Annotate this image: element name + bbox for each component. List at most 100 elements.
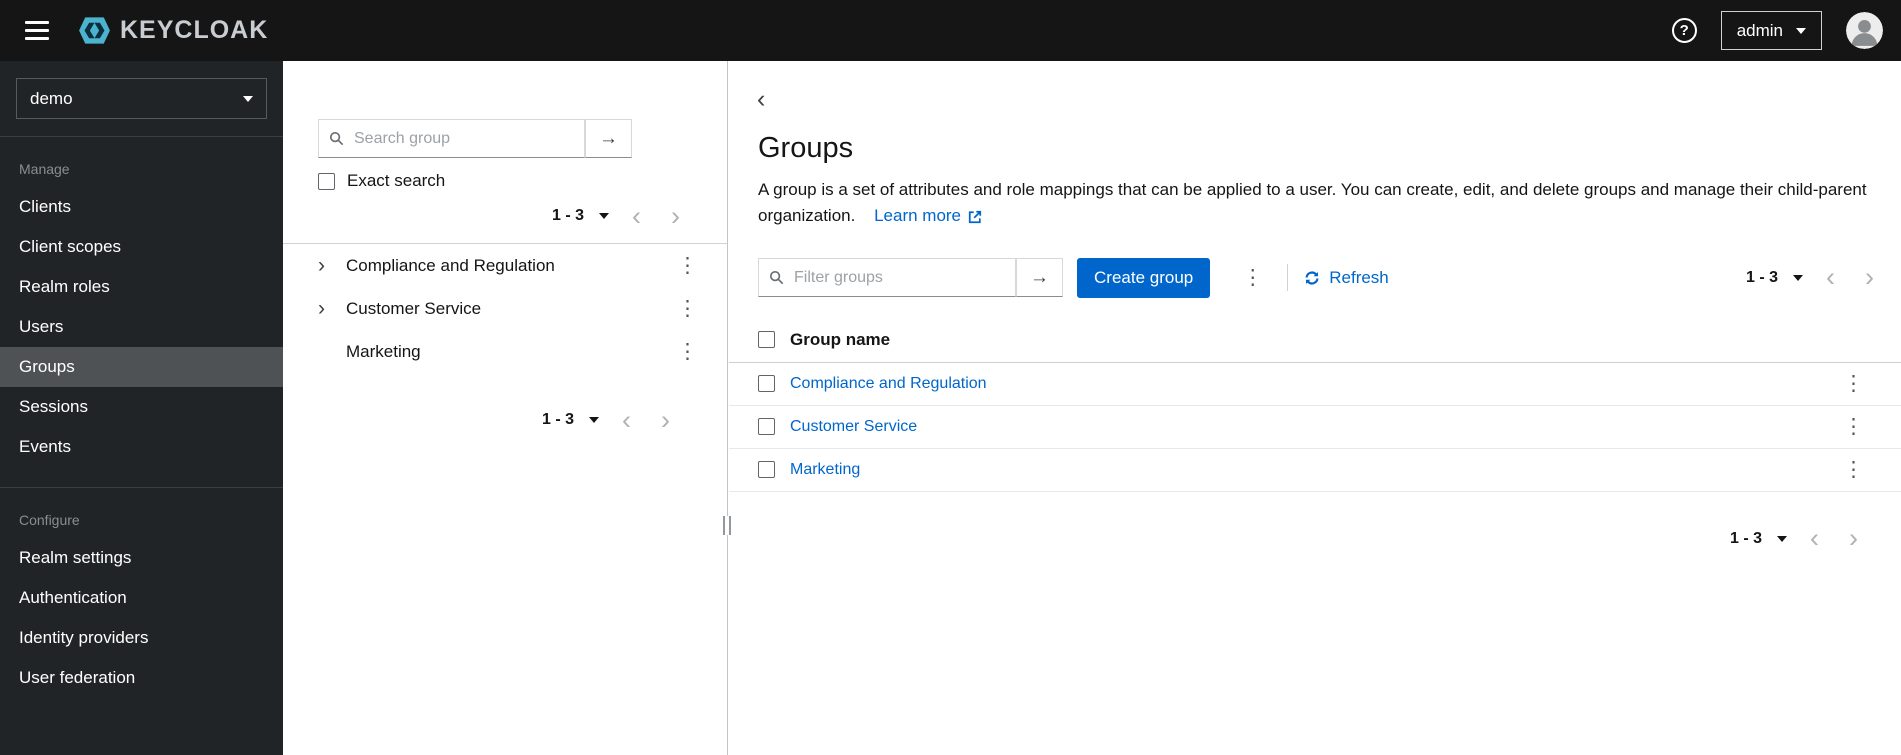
panel-pagination-bottom: 1 - 3 ‹ › <box>283 405 685 435</box>
learn-more-link[interactable]: Learn more <box>874 203 982 229</box>
sidebar-item-identity-providers[interactable]: Identity providers <box>0 618 283 658</box>
groups-toolbar: → Create group ⋮ Refresh 1 - 3 ‹ › <box>729 257 1901 298</box>
page-description: A group is a set of attributes and role … <box>758 177 1877 230</box>
chevron-right-icon[interactable]: › <box>318 255 346 276</box>
next-page-button[interactable]: › <box>1834 525 1873 552</box>
caret-down-icon <box>243 95 253 102</box>
sidebar-item-user-federation[interactable]: User federation <box>0 658 283 698</box>
sidebar-item-authentication[interactable]: Authentication <box>0 578 283 618</box>
sidebar-item-events[interactable]: Events <box>0 427 283 467</box>
row-checkbox[interactable] <box>758 418 775 436</box>
search-icon <box>329 131 344 146</box>
page-header: Groups A group is a set of attributes an… <box>729 132 1901 230</box>
pagination-range: 1 - 3 <box>551 207 584 224</box>
user-menu[interactable]: admin <box>1720 11 1822 50</box>
sidebar-item-client-scopes[interactable]: Client scopes <box>0 227 283 267</box>
group-tree-label[interactable]: Marketing <box>346 342 421 362</box>
prev-page-button[interactable]: ‹ <box>607 406 646 434</box>
pagination-menu-toggle[interactable]: 1 - 3 <box>534 405 607 435</box>
pagination-menu-toggle[interactable]: 1 - 3 <box>1722 524 1795 554</box>
table-row: Marketing ⋮ <box>729 449 1901 492</box>
prev-page-button[interactable]: ‹ <box>1795 525 1834 552</box>
select-all-checkbox[interactable] <box>758 331 775 349</box>
refresh-button[interactable]: Refresh <box>1304 268 1389 288</box>
group-tree-item[interactable]: › Customer Service ⋮ <box>283 287 727 330</box>
column-header-group-name: Group name <box>790 329 891 349</box>
caret-down-icon <box>599 213 609 219</box>
exact-search: Exact search <box>318 171 727 191</box>
sidebar-item-users[interactable]: Users <box>0 307 283 347</box>
filter-groups-input[interactable] <box>758 258 1016 298</box>
page-title: Groups <box>758 132 854 164</box>
toolbar-kebab-button[interactable]: ⋮ <box>1234 267 1271 288</box>
row-checkbox[interactable] <box>758 375 775 393</box>
sidebar-item-realm-roles[interactable]: Realm roles <box>0 267 283 307</box>
nav-section-configure: Configure <box>19 512 80 528</box>
masthead: KEYCLOAK ? admin <box>0 0 1901 61</box>
search-group-submit-button[interactable]: → <box>585 119 632 158</box>
caret-down-icon <box>1796 27 1806 34</box>
sidebar-item-sessions[interactable]: Sessions <box>0 387 283 427</box>
sidebar-item-clients[interactable]: Clients <box>0 187 283 227</box>
search-group-input[interactable] <box>318 119 585 158</box>
refresh-label: Refresh <box>1329 267 1389 287</box>
arrow-right-icon: → <box>1030 266 1049 288</box>
table-row: Compliance and Regulation ⋮ <box>729 363 1901 406</box>
external-link-icon <box>968 210 982 223</box>
realm-selector[interactable]: demo <box>16 78 267 119</box>
refresh-icon <box>1305 271 1319 285</box>
group-tree-label[interactable]: Compliance and Regulation <box>346 256 555 276</box>
prev-page-button[interactable]: ‹ <box>617 202 656 230</box>
pagination-menu-toggle[interactable]: 1 - 3 <box>1738 263 1811 293</box>
kebab-menu-button[interactable]: ⋮ <box>1836 459 1871 480</box>
toolbar-divider <box>1287 264 1289 292</box>
kebab-menu-button[interactable]: ⋮ <box>1836 416 1871 437</box>
arrow-right-icon: → <box>599 127 618 149</box>
pagination-range: 1 - 3 <box>541 411 574 428</box>
avatar[interactable] <box>1846 12 1883 49</box>
group-tree-item[interactable]: Marketing ⋮ <box>283 330 727 373</box>
kebab-menu-button[interactable]: ⋮ <box>670 255 705 276</box>
help-icon[interactable]: ? <box>1671 18 1697 43</box>
next-page-button[interactable]: › <box>656 202 695 230</box>
brand-text: KEYCLOAK <box>120 16 269 44</box>
table-pagination-bottom: 1 - 3 ‹ › <box>729 524 1873 554</box>
create-group-button[interactable]: Create group <box>1077 257 1211 298</box>
groups-table: Group name Compliance and Regulation ⋮ C… <box>729 318 1901 492</box>
pagination-menu-toggle[interactable]: 1 - 3 <box>544 201 617 231</box>
panel-pagination-top: 1 - 3 ‹ › <box>283 201 695 231</box>
next-page-button[interactable]: › <box>646 406 685 434</box>
chevron-left-icon: ‹ <box>757 85 766 113</box>
group-search: → <box>318 119 632 158</box>
realm-selector-label: demo <box>30 88 73 108</box>
user-menu-label: admin <box>1736 20 1783 40</box>
group-name-link[interactable]: Customer Service <box>790 418 917 436</box>
nav-toggle-button[interactable] <box>25 21 49 40</box>
caret-down-icon <box>589 417 599 423</box>
prev-page-button[interactable]: ‹ <box>1811 264 1850 291</box>
group-tree-item[interactable]: › Compliance and Regulation ⋮ <box>283 244 727 287</box>
row-checkbox[interactable] <box>758 461 775 479</box>
sidebar-item-realm-settings[interactable]: Realm settings <box>0 538 283 578</box>
drawer-collapse-button[interactable]: ‹ <box>757 87 777 112</box>
groups-tree-panel: → Exact search 1 - 3 ‹ › › Compliance an… <box>283 61 731 755</box>
group-name-link[interactable]: Compliance and Regulation <box>790 375 987 393</box>
sidebar-item-groups[interactable]: Groups <box>0 347 283 387</box>
caret-down-icon <box>1777 535 1787 542</box>
exact-search-checkbox[interactable] <box>318 172 335 190</box>
next-page-button[interactable]: › <box>1850 264 1889 291</box>
help-glyph: ? <box>1679 22 1689 39</box>
group-tree-label[interactable]: Customer Service <box>346 299 481 319</box>
caret-down-icon <box>1793 274 1803 281</box>
filter-groups-submit-button[interactable]: → <box>1016 258 1063 298</box>
exact-search-label: Exact search <box>347 171 446 190</box>
panel-resize-handle[interactable] <box>723 516 731 535</box>
table-header-row: Group name <box>729 318 1901 363</box>
avatar-icon <box>1846 12 1883 49</box>
table-row: Customer Service ⋮ <box>729 406 1901 449</box>
kebab-menu-button[interactable]: ⋮ <box>670 298 705 319</box>
group-name-link[interactable]: Marketing <box>790 461 860 479</box>
kebab-menu-button[interactable]: ⋮ <box>670 341 705 362</box>
chevron-right-icon[interactable]: › <box>318 298 346 319</box>
kebab-menu-button[interactable]: ⋮ <box>1836 373 1871 394</box>
